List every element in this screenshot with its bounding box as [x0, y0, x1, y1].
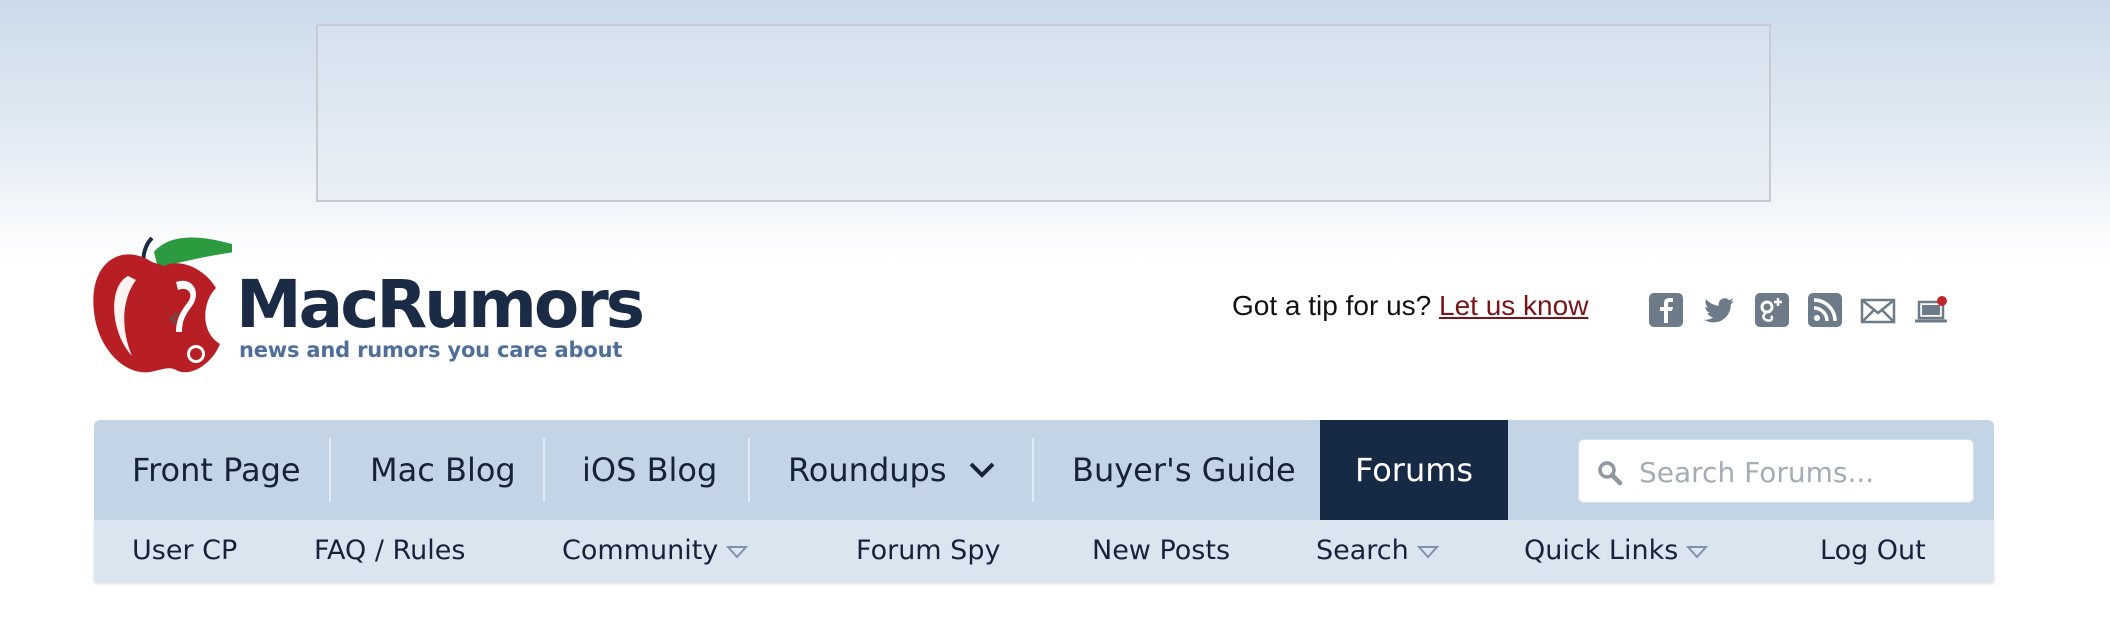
subnav-search-label: Search	[1316, 535, 1409, 566]
nav-divider	[1032, 438, 1034, 502]
subnav-new-posts[interactable]: New Posts	[1092, 520, 1230, 582]
ad-banner-slot	[316, 24, 1771, 202]
search-forums-box[interactable]	[1578, 439, 1974, 503]
tip-link[interactable]: Let us know	[1439, 290, 1588, 321]
search-icon	[1598, 461, 1623, 486]
nav-forums-tab[interactable]: Forums	[1320, 420, 1508, 520]
subnav-forum-spy[interactable]: Forum Spy	[856, 520, 1000, 582]
nav-mac-blog[interactable]: Mac Blog	[370, 420, 516, 520]
nav-ios-blog[interactable]: iOS Blog	[582, 420, 717, 520]
dropdown-triangle-icon	[1686, 545, 1709, 558]
logo-tagline: news and rumors you care about	[239, 338, 623, 362]
subnav-search[interactable]: Search	[1316, 520, 1440, 582]
twitter-icon[interactable]	[1701, 292, 1737, 328]
nav-front-page[interactable]: Front Page	[132, 420, 301, 520]
nav-roundups[interactable]: Roundups	[788, 420, 947, 520]
subnav-community[interactable]: Community	[562, 520, 749, 582]
logo-wordmark: MacRumors	[236, 266, 645, 343]
main-nav: Front Page Mac Blog iOS Blog Roundups Bu…	[94, 420, 1994, 520]
nav-divider	[748, 438, 750, 502]
subnav-quick-links-label: Quick Links	[1524, 535, 1679, 566]
subnav-user-cp[interactable]: User CP	[132, 520, 237, 582]
tip-prompt: Got a tip for us? Let us know	[1232, 290, 1588, 322]
chevron-down-icon[interactable]	[968, 460, 996, 480]
tip-prompt-text: Got a tip for us?	[1232, 290, 1432, 321]
facebook-icon[interactable]	[1648, 292, 1684, 328]
forum-subnav: User CP FAQ / Rules Community Forum Spy …	[94, 520, 1994, 582]
nav-divider	[543, 438, 545, 502]
notification-laptop-icon[interactable]	[1913, 292, 1949, 328]
dropdown-triangle-icon	[726, 545, 749, 558]
search-forums-input[interactable]	[1637, 448, 1961, 496]
dropdown-triangle-icon	[1416, 545, 1440, 558]
rss-icon[interactable]	[1807, 292, 1843, 328]
site-logo[interactable]: MacRumors news and rumors you care about	[92, 232, 645, 382]
subnav-faq-rules[interactable]: FAQ / Rules	[314, 520, 465, 582]
nav-buyers-guide[interactable]: Buyer's Guide	[1072, 420, 1296, 520]
nav-forums[interactable]: Forums	[1320, 420, 1508, 520]
subnav-log-out[interactable]: Log Out	[1820, 520, 1926, 582]
email-icon[interactable]	[1860, 292, 1896, 328]
google-plus-icon[interactable]	[1754, 292, 1790, 328]
subnav-community-label: Community	[562, 535, 719, 566]
social-links	[1648, 292, 1949, 328]
nav-divider	[329, 438, 331, 502]
subnav-quick-links[interactable]: Quick Links	[1524, 520, 1709, 582]
apple-logo-icon	[93, 236, 232, 373]
